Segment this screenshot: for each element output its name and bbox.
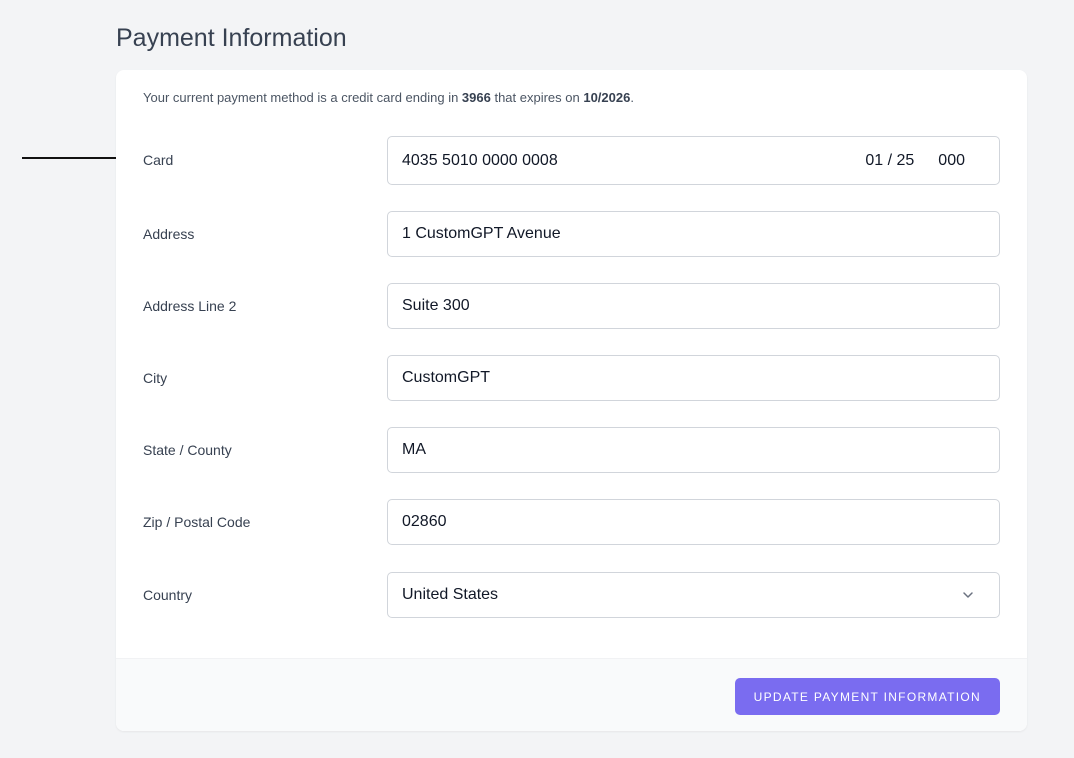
address-line2-input[interactable]: Suite 300 (387, 283, 1000, 329)
zip-input[interactable]: 02860 (387, 499, 1000, 545)
city-label: City (143, 370, 168, 386)
country-select[interactable]: United States (387, 572, 1000, 618)
zip-value: 02860 (402, 513, 447, 530)
zip-label: Zip / Postal Code (143, 514, 251, 530)
form-footer: UPDATE PAYMENT INFORMATION (116, 658, 1027, 731)
payment-form-card: Your current payment method is a credit … (116, 70, 1027, 731)
card-expiry-input[interactable]: 01 / 25 (865, 152, 914, 170)
card-last4: 3966 (461, 90, 491, 105)
chevron-down-icon[interactable] (961, 588, 975, 602)
current-payment-notice: Your current payment method is a credit … (143, 90, 634, 105)
card-expiry-date: 10/2026 (583, 90, 631, 105)
update-payment-button[interactable]: UPDATE PAYMENT INFORMATION (734, 678, 1000, 715)
address-value: 1 CustomGPT Avenue (402, 225, 561, 242)
notice-middle: that expires on (490, 90, 584, 105)
address-line2-value: Suite 300 (402, 297, 470, 314)
address-input[interactable]: 1 CustomGPT Avenue (387, 211, 1000, 257)
page-title: Payment Information (116, 24, 347, 52)
country-value: United States (402, 586, 499, 603)
country-label: Country (143, 587, 193, 603)
state-input[interactable]: MA (387, 427, 1000, 473)
card-input[interactable]: 4035 5010 0000 0008 01 / 25 000 (387, 136, 1000, 185)
payment-page: Payment Information Your current payment… (0, 0, 1074, 758)
card-cvc-input[interactable]: 000 (938, 152, 965, 170)
card-number-input[interactable]: 4035 5010 0000 0008 (402, 152, 865, 170)
address-line2-label: Address Line 2 (143, 298, 237, 314)
city-input[interactable]: CustomGPT (387, 355, 1000, 401)
state-label: State / County (143, 442, 232, 458)
address-label: Address (143, 226, 195, 242)
notice-suffix: . (630, 90, 634, 105)
card-label: Card (143, 152, 174, 168)
notice-prefix: Your current payment method is a credit … (143, 90, 462, 105)
state-value: MA (402, 441, 426, 458)
city-value: CustomGPT (402, 369, 491, 386)
